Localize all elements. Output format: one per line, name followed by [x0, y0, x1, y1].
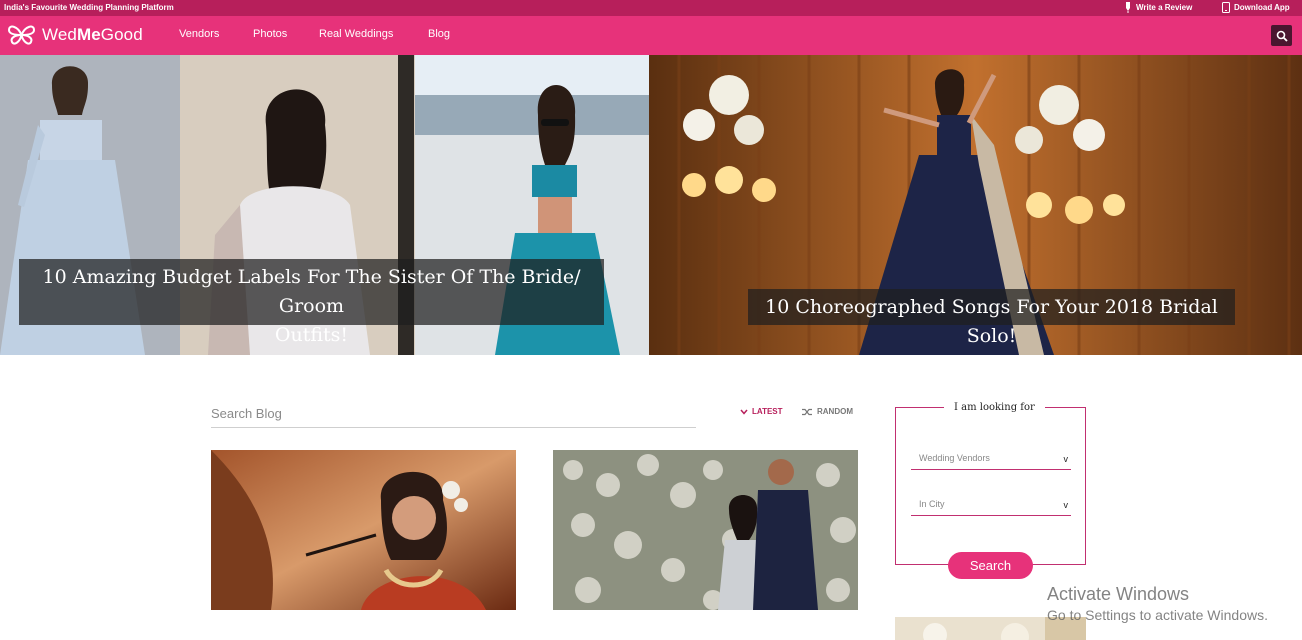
nav-real-weddings[interactable]: Real Weddings — [319, 28, 393, 40]
write-review-label: Write a Review — [1136, 3, 1193, 12]
logo-text: WedMeGood — [42, 25, 143, 44]
logo[interactable]: WedMeGood — [7, 23, 143, 47]
tagline: India's Favourite Wedding Planning Platf… — [4, 3, 174, 12]
hero-article-left[interactable]: 10 Amazing Budget Labels For The Sister … — [0, 55, 649, 355]
vendor-finder-box: I am looking for Wedding Vendors v In Ci… — [895, 402, 1086, 565]
main-nav: WedMeGood Vendors Photos Real Weddings B… — [0, 16, 1302, 55]
blog-card-image-2[interactable] — [553, 450, 858, 610]
finder-search-button[interactable]: Search — [948, 552, 1033, 579]
sort-random-label: RANDOM — [817, 407, 853, 416]
hero-right-title: 10 Choreographed Songs For Your 2018 Bri… — [765, 296, 1218, 347]
city-value: In City — [919, 499, 945, 509]
nav-blog[interactable]: Blog — [428, 28, 450, 40]
couple-floral-wall-photo — [553, 450, 858, 610]
sort-random[interactable]: RANDOM — [802, 407, 853, 416]
blog-search — [211, 400, 696, 428]
nav-search-button[interactable] — [1271, 25, 1292, 46]
bride-makeup-photo — [211, 450, 516, 610]
chevron-down-icon: v — [1063, 454, 1069, 464]
phone-icon — [1222, 2, 1230, 13]
blog-search-input[interactable] — [211, 400, 696, 426]
butterfly-logo-icon — [7, 25, 36, 45]
hero-left-caption[interactable]: 10 Amazing Budget Labels For The Sister … — [19, 259, 604, 346]
hero-article-right[interactable]: 10 Choreographed Songs For Your 2018 Bri… — [649, 55, 1302, 355]
vendor-category-value: Wedding Vendors — [919, 453, 990, 463]
chevron-down-icon — [740, 409, 748, 415]
search-icon — [1276, 30, 1288, 42]
watermark-title: Activate Windows — [1047, 584, 1190, 604]
windows-activation-watermark: Activate Windows Go to Settings to activ… — [1047, 584, 1268, 623]
vendor-finder-title: I am looking for — [944, 402, 1045, 413]
blog-card-image-1[interactable] — [211, 450, 516, 610]
hero-left-title-line-2: Outfits! — [274, 324, 349, 346]
download-app-label: Download App — [1234, 3, 1290, 12]
nav-vendors[interactable]: Vendors — [179, 28, 219, 40]
sort-latest-label: LATEST — [752, 407, 783, 416]
chevron-down-icon: v — [1063, 500, 1069, 510]
write-review-link[interactable]: Write a Review — [1124, 2, 1192, 13]
shuffle-icon — [802, 408, 812, 415]
vendor-category-select[interactable]: Wedding Vendors v — [911, 446, 1071, 470]
pen-icon — [1126, 2, 1130, 13]
hero-right-caption[interactable]: 10 Choreographed Songs For Your 2018 Bri… — [748, 289, 1235, 347]
top-strip: India's Favourite Wedding Planning Platf… — [0, 0, 1302, 16]
sort-latest[interactable]: LATEST — [740, 407, 783, 416]
nav-photos[interactable]: Photos — [253, 28, 287, 40]
city-select[interactable]: In City v — [911, 492, 1071, 516]
watermark-subtitle: Go to Settings to activate Windows. — [1047, 607, 1268, 623]
download-app-link[interactable]: Download App — [1222, 2, 1290, 13]
hero-left-title-line-1: 10 Amazing Budget Labels For The Sister … — [42, 266, 581, 317]
